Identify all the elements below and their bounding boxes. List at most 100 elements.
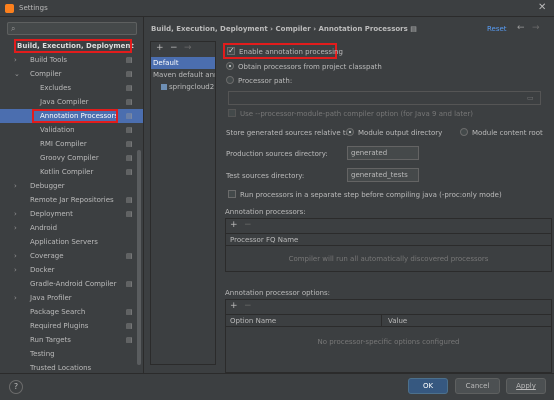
tree-item-label: Required Plugins: [30, 322, 89, 330]
help-icon[interactable]: ?: [9, 380, 23, 394]
profile-default[interactable]: Default: [151, 57, 215, 69]
module-path-label: Use --processor-module-path compiler opt…: [240, 110, 474, 118]
column-processor-fq-name[interactable]: Processor FQ Name: [230, 234, 298, 246]
annotation-processors-label: Annotation processors:: [225, 208, 306, 216]
ok-button[interactable]: OK: [408, 378, 448, 394]
separate-step-checkbox[interactable]: Run processors in a separate step before…: [228, 189, 502, 201]
remove-profile-icon[interactable]: −: [170, 43, 178, 53]
remove-processor-icon[interactable]: −: [244, 220, 252, 230]
tree-item-deployment[interactable]: › Deployment ▤: [0, 207, 143, 221]
tree-item-label: Remote Jar Repositories: [30, 196, 114, 204]
tree-item-label: Application Servers: [30, 238, 98, 246]
chevron-right-icon[interactable]: ›: [14, 249, 17, 263]
apply-button[interactable]: Apply: [506, 378, 546, 394]
tree-item-kotlin-compiler[interactable]: Kotlin Compiler ▤: [0, 165, 143, 179]
project-settings-icon: ▤: [126, 280, 133, 288]
module-content-radio[interactable]: Module content root: [460, 127, 543, 139]
processor-path-field[interactable]: [228, 91, 541, 105]
tree-item-label: Java Profiler: [30, 294, 72, 302]
separate-step-label: Run processors in a separate step before…: [240, 191, 502, 199]
obtain-from-classpath-radio[interactable]: Obtain processors from project classpath: [226, 61, 382, 73]
chevron-right-icon[interactable]: ›: [14, 291, 17, 305]
search-icon: ⌕: [11, 24, 16, 33]
move-profile-icon[interactable]: →: [184, 43, 192, 53]
chevron-right-icon[interactable]: ›: [14, 53, 17, 67]
sidebar-scrollbar[interactable]: [137, 150, 141, 365]
column-divider: [381, 314, 382, 327]
back-arrow-icon[interactable]: ←: [517, 23, 525, 33]
tree-item-label: Debugger: [30, 182, 65, 190]
test-dir-label: Test sources directory:: [226, 172, 305, 180]
tree-item-run-targets[interactable]: Run Targets ▤: [0, 333, 143, 347]
tree-item-label: Excludes: [40, 84, 72, 92]
project-settings-icon: ▤: [126, 252, 133, 260]
test-dir-field[interactable]: generated_tests: [347, 168, 419, 182]
tree-item-rmi-compiler[interactable]: RMI Compiler ▤: [0, 137, 143, 151]
tree-item-remote-jar-repositories[interactable]: Remote Jar Repositories ▤: [0, 193, 143, 207]
tree-item-android[interactable]: › Android: [0, 221, 143, 235]
tree-item-gradle-android-compiler[interactable]: Gradle-Android Compiler ▤: [0, 277, 143, 291]
chevron-right-icon[interactable]: ›: [14, 221, 17, 235]
tree-item-label: Validation: [40, 126, 75, 134]
checkbox-checked-icon: [227, 45, 235, 57]
reset-link[interactable]: Reset: [487, 25, 507, 33]
chevron-down-icon[interactable]: ⌄: [14, 67, 20, 81]
project-settings-icon: ▤: [126, 126, 133, 134]
tree-item-label: Deployment: [30, 210, 73, 218]
tree-item-label: Package Search: [30, 308, 86, 316]
module-path-checkbox[interactable]: Use --processor-module-path compiler opt…: [228, 108, 473, 120]
radio-icon: [226, 76, 234, 84]
folder-icon[interactable]: ▭: [527, 92, 534, 104]
processor-path-radio[interactable]: Processor path:: [226, 75, 292, 87]
cancel-button[interactable]: Cancel: [455, 378, 500, 394]
tree-item-label: Compiler: [30, 70, 62, 78]
column-option-name[interactable]: Option Name: [230, 315, 276, 327]
tree-item-docker[interactable]: › Docker: [0, 263, 143, 277]
add-option-icon[interactable]: +: [230, 301, 238, 311]
search-input[interactable]: ⌕: [7, 22, 137, 35]
tree-item-excludes[interactable]: Excludes ▤: [0, 81, 143, 95]
add-profile-icon[interactable]: +: [156, 43, 164, 53]
tree-item-build-tools[interactable]: › Build Tools ▤: [0, 53, 143, 67]
profile-module[interactable]: springcloud2: [151, 81, 215, 93]
chevron-right-icon[interactable]: ›: [14, 263, 17, 277]
tree-item-application-servers[interactable]: Application Servers: [0, 235, 143, 249]
tree-item-label: Gradle-Android Compiler: [30, 280, 117, 288]
options-empty-text: No processor-specific options configured: [317, 338, 460, 346]
profile-module-label: springcloud2: [169, 83, 215, 91]
tree-item-required-plugins[interactable]: Required Plugins ▤: [0, 319, 143, 333]
add-processor-icon[interactable]: +: [230, 220, 238, 230]
checkbox-icon: [228, 190, 236, 198]
tree-item-coverage[interactable]: › Coverage ▤: [0, 249, 143, 263]
highlight-box: [32, 109, 118, 123]
annotation-processors-table: + − Processor FQ Name Compiler will run …: [225, 218, 552, 272]
column-value[interactable]: Value: [388, 315, 407, 327]
tree-item-debugger[interactable]: › Debugger: [0, 179, 143, 193]
forward-arrow-icon[interactable]: →: [532, 23, 540, 33]
profile-maven-default[interactable]: Maven default annc: [151, 69, 215, 81]
tree-item-testing[interactable]: Testing: [0, 347, 143, 361]
tree-item-java-profiler[interactable]: › Java Profiler: [0, 291, 143, 305]
chevron-right-icon[interactable]: ›: [14, 207, 17, 221]
remove-option-icon[interactable]: −: [244, 301, 252, 311]
close-icon[interactable]: ✕: [538, 2, 546, 13]
module-icon: [161, 84, 167, 90]
store-generated-label: Store generated sources relative to:: [226, 129, 353, 137]
tree-item-label: Kotlin Compiler: [40, 168, 94, 176]
module-output-radio[interactable]: Module output directory: [346, 127, 442, 139]
tree-item-package-search[interactable]: Package Search ▤: [0, 305, 143, 319]
project-settings-icon: ▤: [126, 70, 133, 78]
chevron-right-icon[interactable]: ›: [14, 179, 17, 193]
tree-item-groovy-compiler[interactable]: Groovy Compiler ▤: [0, 151, 143, 165]
breadcrumb: Build, Execution, Deployment › Compiler …: [151, 25, 417, 33]
tree-item-compiler[interactable]: ⌄ Compiler ▤: [0, 67, 143, 81]
tree-item-validation[interactable]: Validation ▤: [0, 123, 143, 137]
enable-annotation-processing-checkbox[interactable]: Enable annotation processing: [223, 43, 343, 59]
tree-item-label: Java Compiler: [40, 98, 89, 106]
production-dir-field[interactable]: generated: [347, 146, 419, 160]
project-settings-icon: ▤: [126, 154, 133, 162]
profiles-panel: + − → Default Maven default annc springc…: [150, 41, 216, 365]
profiles-toolbar: + − →: [151, 42, 215, 56]
tree-item-java-compiler[interactable]: Java Compiler ▤: [0, 95, 143, 109]
tree-item-label: Coverage: [30, 252, 64, 260]
